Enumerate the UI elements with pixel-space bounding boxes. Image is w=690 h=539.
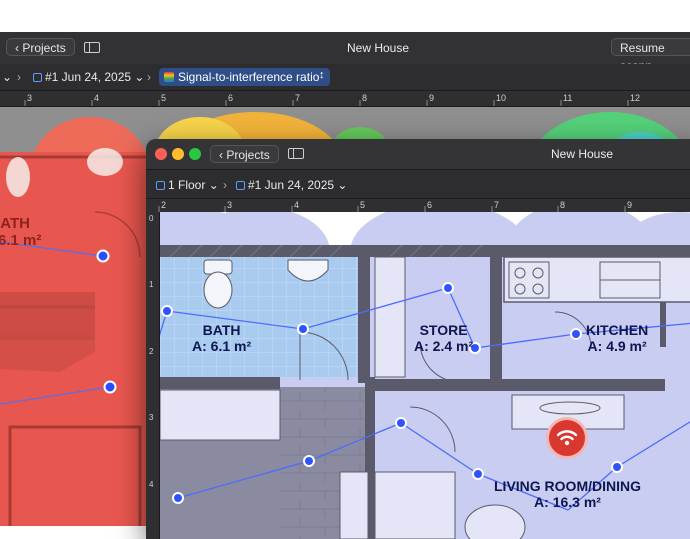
measurement-point[interactable] bbox=[172, 492, 184, 504]
chevron-down-icon: ⌄ bbox=[337, 178, 348, 192]
back-projects-label: Projects bbox=[22, 41, 66, 55]
sidebar-toggle-icon[interactable] bbox=[288, 148, 304, 159]
ruler-tick: 5 bbox=[161, 93, 167, 103]
living-room-label: LIVING ROOM/DINING A: 16.3 m² bbox=[494, 478, 641, 510]
back-projects-button[interactable]: ‹ Projects bbox=[6, 38, 75, 56]
front-projects-button[interactable]: ‹ Projects bbox=[210, 145, 279, 163]
kitchen-area: A: 4.9 m² bbox=[587, 338, 647, 355]
back-titlebar: ‹ Projects New House Resume scann bbox=[0, 32, 690, 73]
measurement-point[interactable] bbox=[161, 305, 173, 317]
measurement-point[interactable] bbox=[395, 417, 407, 429]
front-titlebar: ‹ Projects New House bbox=[146, 139, 690, 170]
bath-area: A: 6.1 m² bbox=[192, 338, 252, 355]
floor-label: 1 Floor bbox=[168, 178, 206, 192]
visualization-label: Signal-to-interference ratio bbox=[178, 70, 320, 84]
ruler-tick: 3 bbox=[227, 200, 233, 210]
survey-icon bbox=[33, 73, 42, 82]
chevron-down-icon: ⌄ bbox=[208, 178, 219, 192]
front-ruler: 2 3 4 5 6 7 8 9 bbox=[146, 199, 690, 213]
resume-scanning-button[interactable]: Resume scann bbox=[611, 38, 690, 73]
measurement-point[interactable] bbox=[570, 328, 582, 340]
front-toolbar: 1 Floor ⌄ › #1 Jun 24, 2025 ⌄ bbox=[146, 170, 690, 199]
ruler-tick: 6 bbox=[427, 200, 433, 210]
back-bath-name: BATH bbox=[0, 215, 30, 232]
back-survey-selector[interactable]: #1 Jun 24, 2025 ⌄ bbox=[33, 70, 144, 84]
ruler-tick: 3 bbox=[27, 93, 33, 103]
ruler-tick: 5 bbox=[360, 200, 366, 210]
wifi-icon bbox=[556, 430, 578, 446]
ruler-tick: 8 bbox=[362, 93, 368, 103]
ruler-tick: 8 bbox=[560, 200, 566, 210]
ruler-tick: 4 bbox=[94, 93, 100, 103]
ruler-tick: 7 bbox=[494, 200, 500, 210]
chevron-left-icon: ‹ bbox=[219, 148, 223, 162]
heatmap-legend-icon bbox=[164, 72, 174, 82]
ruler-tick: 4 bbox=[149, 480, 154, 489]
measurement-point[interactable] bbox=[611, 461, 623, 473]
back-bath-area: A: 6.1 m² bbox=[0, 232, 42, 250]
back-toolbar: ⌄ › #1 Jun 24, 2025 ⌄ › Signal-to-interf… bbox=[0, 64, 690, 91]
minimize-button[interactable] bbox=[172, 148, 184, 160]
floor-plan-icon bbox=[156, 181, 165, 190]
ruler-tick: 12 bbox=[630, 93, 641, 103]
kitchen-name: KITCHEN bbox=[586, 322, 649, 338]
ruler-tick: 9 bbox=[627, 200, 633, 210]
chevron-right-icon: › bbox=[223, 178, 227, 192]
ruler-tick: 2 bbox=[161, 200, 167, 210]
living-area: A: 16.3 m² bbox=[534, 494, 601, 511]
store-name: STORE bbox=[419, 322, 468, 338]
ruler-tick: 6 bbox=[228, 93, 234, 103]
ruler-tick: 9 bbox=[429, 93, 435, 103]
ruler-tick: 1 bbox=[149, 280, 154, 289]
measurement-point[interactable] bbox=[472, 468, 484, 480]
living-name: LIVING ROOM/DINING bbox=[494, 478, 641, 494]
visualization-selector[interactable]: Signal-to-interference ratio ↕ bbox=[159, 68, 330, 86]
chevron-right-icon: › bbox=[17, 70, 21, 84]
ruler-tick: 11 bbox=[563, 93, 573, 103]
ruler-tick: 3 bbox=[149, 413, 154, 422]
kitchen-room-label: KITCHEN A: 4.9 m² bbox=[586, 322, 648, 354]
chevron-right-icon: › bbox=[147, 70, 151, 84]
front-projects-label: Projects bbox=[226, 148, 270, 162]
sidebar-toggle-icon[interactable] bbox=[84, 42, 100, 53]
back-survey-label: #1 Jun 24, 2025 bbox=[45, 70, 132, 84]
close-button[interactable] bbox=[155, 148, 167, 160]
front-window-title: New House bbox=[551, 147, 614, 161]
measurement-point[interactable] bbox=[303, 455, 315, 467]
front-survey-label: #1 Jun 24, 2025 bbox=[248, 178, 335, 192]
ruler-tick: 0 bbox=[149, 214, 154, 223]
front-vertical-ruler: 0 1 2 3 4 bbox=[146, 212, 160, 539]
updown-chevron-icon: ↕ bbox=[319, 69, 325, 81]
ruler-tick: 4 bbox=[294, 200, 300, 210]
bath-room-label: BATH A: 6.1 m² bbox=[192, 322, 251, 354]
back-ruler: 3 4 5 6 7 8 9 10 11 12 bbox=[0, 91, 690, 107]
ruler-tick: 10 bbox=[496, 93, 507, 103]
measurement-point[interactable] bbox=[442, 282, 454, 294]
ruler-tick: 2 bbox=[149, 347, 154, 356]
back-bath-label: BATH A: 6.1 m² bbox=[0, 215, 41, 250]
chevron-down-icon[interactable]: ⌄ bbox=[2, 70, 12, 84]
floor-selector[interactable]: 1 Floor ⌄ bbox=[156, 178, 219, 192]
access-point-marker[interactable] bbox=[546, 417, 588, 459]
store-area: A: 2.4 m² bbox=[414, 338, 474, 355]
chevron-left-icon: ‹ bbox=[15, 41, 19, 55]
bath-name: BATH bbox=[202, 322, 241, 338]
store-room-label: STORE A: 2.4 m² bbox=[414, 322, 473, 354]
measurement-point[interactable] bbox=[297, 323, 309, 335]
ruler-tick: 7 bbox=[295, 93, 301, 103]
back-window-title: New House bbox=[347, 41, 410, 55]
front-window: ‹ Projects New House 1 Floor ⌄ › #1 Jun … bbox=[146, 139, 690, 539]
chevron-down-icon: ⌄ bbox=[134, 70, 145, 84]
zoom-button[interactable] bbox=[189, 148, 201, 160]
front-survey-selector[interactable]: #1 Jun 24, 2025 ⌄ bbox=[236, 178, 347, 192]
survey-icon bbox=[236, 181, 245, 190]
